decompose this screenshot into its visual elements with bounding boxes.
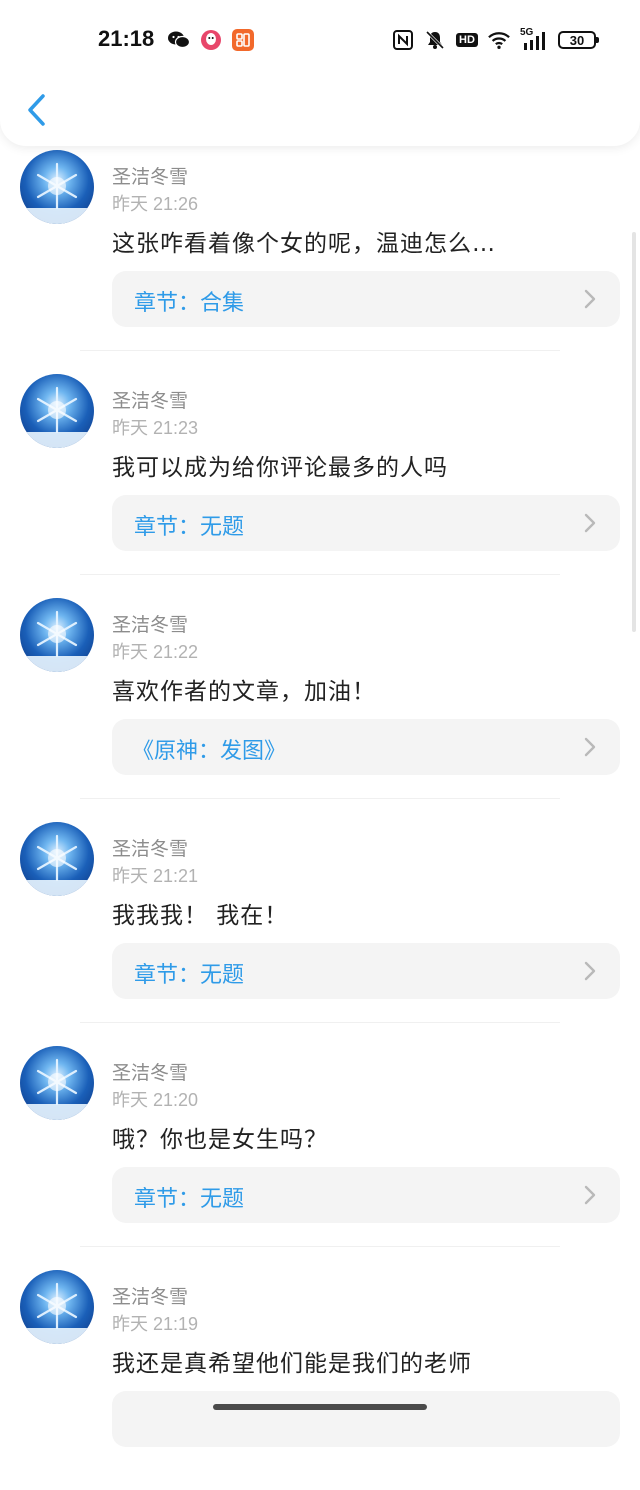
comment-time: 昨天 21:22 [112, 642, 199, 662]
avatar[interactable] [20, 1270, 94, 1344]
wifi-icon [488, 29, 510, 51]
chapter-link[interactable]: 《原神：发图》 [112, 719, 620, 775]
chapter-label: 章节：合集 [134, 291, 245, 316]
comment-text[interactable]: 喜欢作者的文章，加油！ [112, 672, 376, 706]
status-time: 21:18 [98, 26, 155, 51]
chapter-label: 章节：无题 [134, 963, 245, 988]
comment-text[interactable]: 这张咋看着像个女的呢，温迪怎么… [112, 224, 496, 258]
comment-user: 圣洁冬雪 [112, 390, 189, 412]
comment-user: 圣洁冬雪 [112, 838, 189, 860]
divider [80, 1022, 560, 1023]
system-icons: HD 5G 30 [392, 27, 599, 51]
comment-item: 圣洁冬雪 昨天 21:19 我还是真希望他们能是我们的老师 [0, 1266, 640, 1490]
avatar[interactable] [20, 822, 94, 896]
signal-5g-icon: 5G [520, 27, 548, 51]
comment-list: 圣洁冬雪 昨天 21:26 这张咋看着像个女的呢，温迪怎么… 章节：合集 圣洁冬… [0, 146, 640, 1490]
comment-user: 圣洁冬雪 [112, 166, 189, 188]
comment-time: 昨天 21:26 [112, 194, 199, 214]
battery-level: 30 [569, 32, 585, 48]
hd-label: HD [456, 33, 478, 47]
chevron-right-icon [584, 961, 596, 981]
divider [80, 574, 560, 575]
wechat-icon [168, 29, 190, 51]
divider [80, 350, 560, 351]
chapter-link[interactable]: 章节：无题 [112, 1167, 620, 1223]
comment-text[interactable]: 我可以成为给你评论最多的人吗 [112, 448, 448, 482]
chapter-label: 章节：无题 [134, 1187, 245, 1212]
snowflake-avatar-icon [20, 1058, 94, 1120]
network-label: 5G [520, 27, 534, 38]
divider [80, 798, 560, 799]
chapter-link[interactable]: 章节：无题 [112, 943, 620, 999]
comment-user: 圣洁冬雪 [112, 614, 189, 636]
comment-time: 昨天 21:20 [112, 1090, 199, 1110]
comment-text[interactable]: 我我我！ 我在！ [112, 896, 288, 930]
avatar[interactable] [20, 374, 94, 448]
nfc-icon [392, 29, 414, 51]
comment-time: 昨天 21:23 [112, 418, 199, 438]
snowflake-avatar-icon [20, 386, 94, 448]
comment-item: 圣洁冬雪 昨天 21:23 我可以成为给你评论最多的人吗 章节：无题 [0, 370, 640, 594]
app-icon [232, 29, 254, 51]
scrollbar[interactable] [632, 232, 636, 632]
snowflake-avatar-icon [20, 1282, 94, 1344]
comment-time: 昨天 21:19 [112, 1314, 199, 1334]
chevron-right-icon [584, 737, 596, 757]
chevron-right-icon [584, 289, 596, 309]
comment-item: 圣洁冬雪 昨天 21:20 哦？你也是女生吗？ 章节：无题 [0, 1042, 640, 1266]
chapter-link[interactable] [112, 1391, 620, 1447]
divider [80, 1246, 560, 1247]
hd-icon: HD [456, 29, 478, 51]
comment-time: 昨天 21:21 [112, 866, 199, 886]
top-bar: 21:18 HD 5G 30 [0, 0, 640, 146]
battery-icon: 30 [558, 31, 599, 49]
notification-icons [168, 29, 254, 51]
snowflake-avatar-icon [20, 162, 94, 224]
chapter-label: 《原神：发图》 [132, 739, 287, 764]
snowflake-avatar-icon [20, 834, 94, 896]
avatar[interactable] [20, 598, 94, 672]
comment-text[interactable]: 哦？你也是女生吗？ [112, 1120, 328, 1154]
chevron-right-icon [584, 513, 596, 533]
chapter-label: 章节：无题 [134, 515, 245, 540]
avatar[interactable] [20, 150, 94, 224]
comment-item: 圣洁冬雪 昨天 21:21 我我我！ 我在！ 章节：无题 [0, 818, 640, 1042]
chevron-right-icon [584, 1185, 596, 1205]
comment-item: 圣洁冬雪 昨天 21:26 这张咋看着像个女的呢，温迪怎么… 章节：合集 [0, 146, 640, 370]
mute-icon [424, 29, 446, 51]
comment-user: 圣洁冬雪 [112, 1286, 189, 1308]
chapter-link[interactable]: 章节：无题 [112, 495, 620, 551]
chapter-link[interactable]: 章节：合集 [112, 271, 620, 327]
back-button[interactable] [18, 90, 54, 130]
chevron-left-icon [28, 94, 45, 126]
home-indicator[interactable] [213, 1404, 427, 1410]
snowflake-avatar-icon [20, 610, 94, 672]
comment-text[interactable]: 我还是真希望他们能是我们的老师 [112, 1344, 472, 1378]
avatar[interactable] [20, 1046, 94, 1120]
comment-item: 圣洁冬雪 昨天 21:22 喜欢作者的文章，加油！ 《原神：发图》 [0, 594, 640, 818]
comment-user: 圣洁冬雪 [112, 1062, 189, 1084]
qq-icon [200, 29, 222, 51]
